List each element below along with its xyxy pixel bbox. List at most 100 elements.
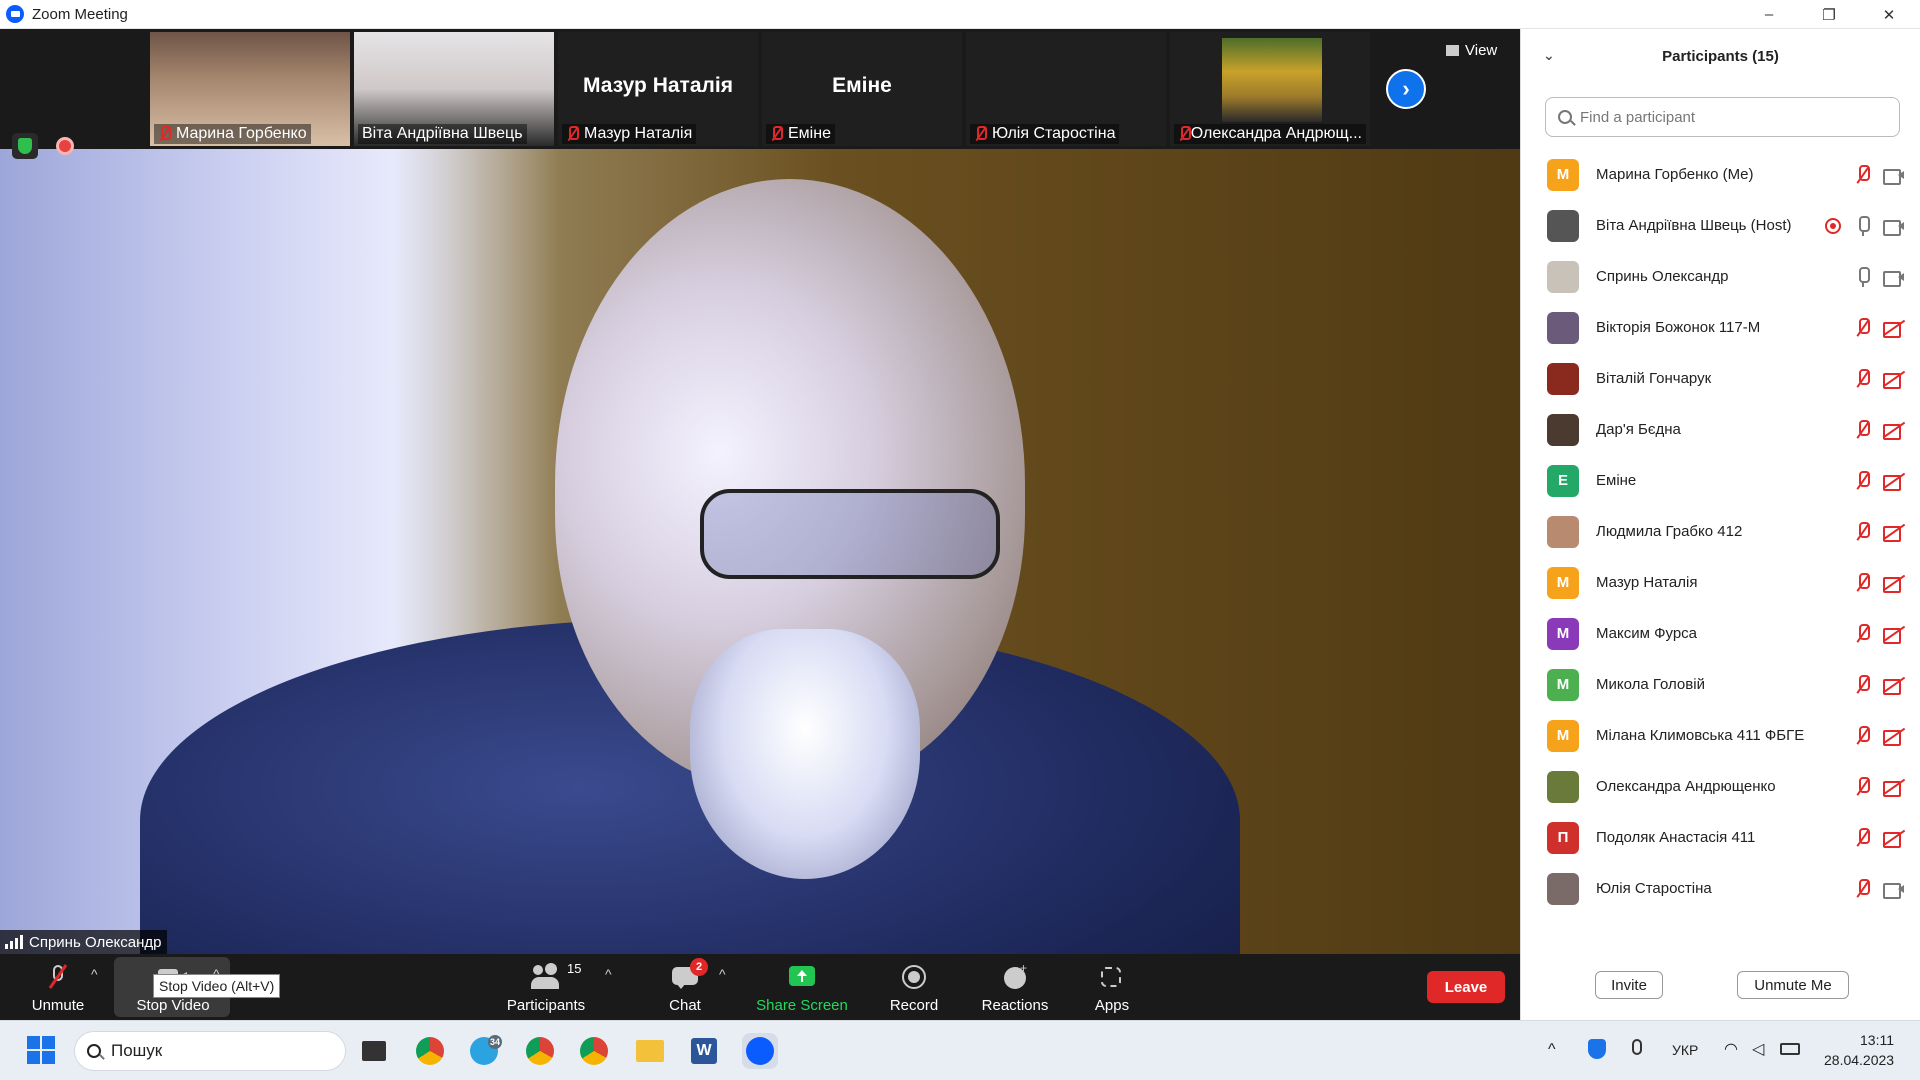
participant-avatar: П: [1547, 821, 1579, 854]
muted-mic-icon[interactable]: [1855, 572, 1871, 593]
participant-row[interactable]: М Максим Фурса: [1521, 608, 1920, 659]
clock-date[interactable]: 28.04.2023: [1824, 1052, 1894, 1068]
apps-button[interactable]: Apps: [1082, 954, 1142, 1020]
participant-row[interactable]: Віта Андріївна Швець (Host): [1521, 200, 1920, 251]
participant-search-input[interactable]: Find a participant: [1545, 97, 1900, 137]
volume-icon[interactable]: ◁: [1752, 1039, 1764, 1059]
participants-options-caret[interactable]: ^: [605, 966, 612, 982]
thumbnail-video[interactable]: Мазур Наталія Мазур Наталія: [558, 32, 758, 146]
camera-off-icon[interactable]: [1883, 728, 1905, 746]
participant-row[interactable]: П Подоляк Анастасія 411: [1521, 812, 1920, 863]
security-shield-icon[interactable]: [1588, 1039, 1606, 1059]
thumbnail-big-name: Мазур Наталія: [583, 74, 733, 97]
participant-row[interactable]: Олександра Андрющенко: [1521, 761, 1920, 812]
participant-row[interactable]: Спринь Олександр: [1521, 251, 1920, 302]
muted-mic-icon[interactable]: [1855, 317, 1871, 338]
search-icon: [1558, 110, 1572, 124]
participant-row[interactable]: Дар'я Бєдна: [1521, 404, 1920, 455]
microphone-icon[interactable]: [1632, 1039, 1642, 1055]
chrome-profile-m-icon[interactable]: [576, 1033, 612, 1069]
muted-mic-icon[interactable]: [1855, 827, 1871, 848]
participant-row[interactable]: М Мазур Наталія: [1521, 557, 1920, 608]
mic-icon[interactable]: [1855, 215, 1871, 236]
chrome-profile-icon[interactable]: [522, 1033, 558, 1069]
thumbnail-video[interactable]: Олександра Андрющ...: [1170, 32, 1370, 146]
muted-mic-icon[interactable]: [1855, 878, 1871, 899]
thumbnail-video[interactable]: Еміне Еміне: [762, 32, 962, 146]
share-screen-button[interactable]: Share Screen: [752, 954, 852, 1020]
muted-mic-icon[interactable]: [1855, 623, 1871, 644]
show-hidden-icons-chevron[interactable]: ^: [1548, 1041, 1556, 1059]
participant-row[interactable]: М Мілана Климовська 411 ФБГЕ: [1521, 710, 1920, 761]
wifi-icon[interactable]: ◠: [1724, 1039, 1738, 1059]
close-button[interactable]: ✕: [1860, 0, 1918, 29]
participant-row[interactable]: Віталій Гончарук: [1521, 353, 1920, 404]
unmute-me-button[interactable]: Unmute Me: [1737, 971, 1849, 999]
chat-unread-badge: 2: [690, 958, 708, 976]
camera-off-icon[interactable]: [1883, 320, 1905, 338]
invite-button[interactable]: Invite: [1595, 971, 1663, 999]
participant-row[interactable]: Людмила Грабко 412: [1521, 506, 1920, 557]
camera-icon[interactable]: [1883, 218, 1905, 236]
camera-off-icon[interactable]: [1883, 473, 1905, 491]
minimize-button[interactable]: –: [1740, 0, 1798, 29]
chat-button[interactable]: 2 Chat: [650, 954, 720, 1020]
participant-name: Юлія Старостіна: [1596, 880, 1712, 897]
participant-row[interactable]: Юлія Старостіна: [1521, 863, 1920, 914]
muted-mic-icon[interactable]: [1855, 725, 1871, 746]
muted-mic-icon[interactable]: [1855, 368, 1871, 389]
camera-off-icon[interactable]: [1883, 575, 1905, 593]
task-view-icon[interactable]: [356, 1033, 392, 1069]
participant-row[interactable]: M Микола Головій: [1521, 659, 1920, 710]
camera-off-icon[interactable]: [1883, 626, 1905, 644]
next-page-button[interactable]: ›: [1386, 69, 1426, 109]
taskbar-search[interactable]: Пошук: [74, 1031, 346, 1071]
recording-indicator-icon[interactable]: [56, 137, 74, 155]
muted-mic-icon[interactable]: [1855, 419, 1871, 440]
muted-mic-icon[interactable]: [1855, 521, 1871, 542]
participant-row[interactable]: М Марина Горбенко (Me): [1521, 149, 1920, 200]
record-button[interactable]: Record: [879, 954, 949, 1020]
speaker-name: Спринь Олександр: [29, 933, 162, 951]
camera-icon[interactable]: [1883, 269, 1905, 287]
camera-off-icon[interactable]: [1883, 371, 1905, 389]
chrome-icon[interactable]: [412, 1033, 448, 1069]
muted-mic-icon[interactable]: [1855, 470, 1871, 491]
telegram-icon[interactable]: 34: [466, 1033, 502, 1069]
maximize-button[interactable]: ❐: [1800, 0, 1858, 29]
muted-mic-icon[interactable]: [1855, 674, 1871, 695]
camera-off-icon[interactable]: [1883, 677, 1905, 695]
camera-off-icon[interactable]: [1883, 422, 1905, 440]
thumbnail-video[interactable]: Марина Горбенко: [150, 32, 350, 146]
collapse-chevron-icon[interactable]: ⌄: [1543, 47, 1555, 64]
mic-icon[interactable]: [1855, 266, 1871, 287]
chat-options-caret[interactable]: ^: [719, 966, 726, 982]
thumbnail-video[interactable]: Юлія Старостіна: [966, 32, 1166, 146]
file-explorer-icon[interactable]: [632, 1033, 668, 1069]
leave-button[interactable]: Leave: [1427, 971, 1505, 1003]
muted-mic-icon[interactable]: [1855, 776, 1871, 797]
camera-off-icon[interactable]: [1883, 830, 1905, 848]
thumbnail-name: Еміне: [766, 124, 835, 144]
camera-off-icon[interactable]: [1883, 779, 1905, 797]
unmute-button[interactable]: Unmute: [22, 954, 94, 1020]
windows-start-icon[interactable]: [24, 1033, 60, 1069]
audio-options-caret[interactable]: ^: [91, 966, 98, 982]
view-button[interactable]: View: [1446, 42, 1497, 59]
word-icon[interactable]: W: [686, 1033, 722, 1069]
encryption-shield-icon[interactable]: [12, 133, 38, 159]
reactions-button[interactable]: + Reactions: [975, 954, 1055, 1020]
muted-mic-icon: [1178, 126, 1191, 142]
participants-button[interactable]: 15 Participants: [500, 954, 592, 1020]
camera-icon[interactable]: [1883, 167, 1905, 185]
camera-icon[interactable]: [1883, 881, 1905, 899]
battery-icon[interactable]: [1780, 1043, 1800, 1055]
muted-mic-icon[interactable]: [1855, 164, 1871, 185]
participant-row[interactable]: Вікторія Божонок 117-М: [1521, 302, 1920, 353]
language-indicator[interactable]: УКР: [1672, 1042, 1698, 1058]
participant-row[interactable]: E Еміне: [1521, 455, 1920, 506]
camera-off-icon[interactable]: [1883, 524, 1905, 542]
clock-time[interactable]: 13:11: [1860, 1032, 1894, 1048]
zoom-taskbar-icon[interactable]: [742, 1033, 778, 1069]
thumbnail-video[interactable]: Віта Андріївна Швець: [354, 32, 554, 146]
